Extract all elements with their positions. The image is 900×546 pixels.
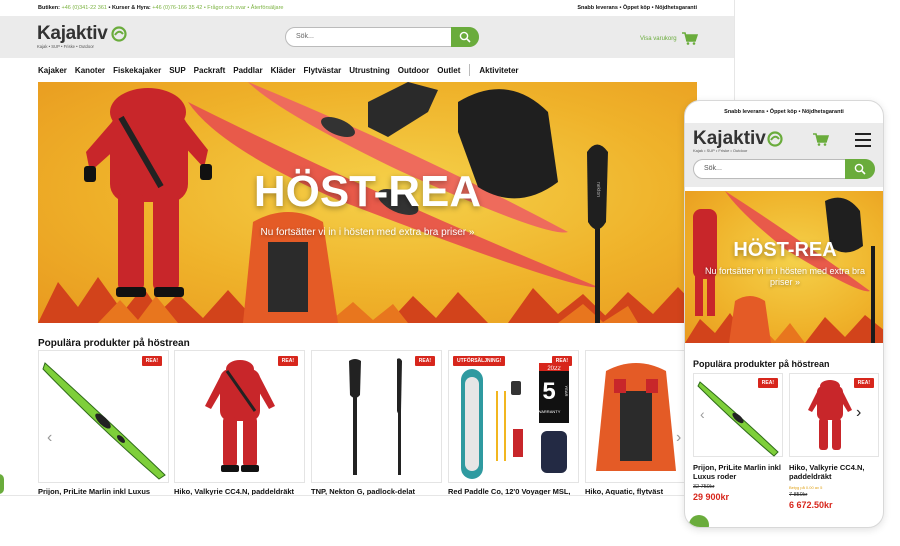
mobile-hero-title: HÖST-REA: [733, 239, 837, 261]
store-label: Butiken:: [38, 5, 60, 11]
chat-button-edge[interactable]: [0, 474, 4, 494]
product-name[interactable]: Prijon, PriLite Marlin inkl Luxus: [38, 487, 169, 495]
logo-tagline: Kajak • SUP • Friske • Outdoor: [37, 44, 94, 49]
nav-item-packraft[interactable]: Packraft: [194, 66, 226, 75]
mobile-price: 29 900kr: [693, 492, 730, 502]
product-image-paddle: [349, 358, 402, 475]
nav-divider: [469, 64, 471, 76]
mobile-sale-badge: REA!: [853, 378, 874, 388]
search-button[interactable]: [451, 27, 479, 47]
carousel-next-arrow[interactable]: ›: [676, 429, 681, 447]
mobile-product-card[interactable]: REA! ›: [789, 373, 879, 457]
search-input[interactable]: Sök...: [296, 33, 314, 40]
year-label: 2022: [547, 366, 561, 372]
nav-item-sup[interactable]: SUP: [169, 66, 185, 75]
mobile-logo[interactable]: Kajaktiv Kajak • SUP • Friske • Outdoor: [693, 128, 783, 153]
mobile-carousel-next-arrow[interactable]: ›: [856, 404, 861, 422]
cart-link[interactable]: Visa varukorg: [640, 32, 698, 45]
nav-item-outdoor[interactable]: Outdoor: [398, 66, 430, 75]
nav-item-paddlar[interactable]: Paddlar: [233, 66, 262, 75]
hero-title: HÖST-REA: [253, 167, 482, 216]
contact-info: Butiken: +46 (0)341-22 361 • Kurser & Hy…: [38, 5, 283, 11]
product-image-sup-package: 2022 5 WARRANTY YEAR: [461, 363, 569, 479]
year-word: YEAR: [564, 386, 569, 397]
cart-icon: [681, 32, 698, 45]
top-info-bar: Butiken: +46 (0)341-22 361 • Kurser & Hy…: [0, 0, 734, 16]
mobile-search-input[interactable]: Sök...: [704, 165, 722, 172]
hero-subtitle-link[interactable]: Nu fortsätter vi in i hösten med extra b…: [38, 227, 697, 238]
sale-badge: REA!: [414, 356, 435, 366]
logo-swirl-icon: [111, 26, 127, 42]
mobile-hero-subtitle-link[interactable]: Nu fortsätter vi in i hösten med extra b…: [699, 266, 871, 288]
mobile-old-price: 32 750kr: [693, 484, 715, 490]
product-card[interactable]: REA!: [311, 350, 442, 483]
mobile-cart-icon[interactable]: [813, 133, 829, 147]
clearance-badge: UTFÖRSÄLJNING!: [453, 356, 506, 366]
mobile-search-button[interactable]: [845, 159, 875, 179]
search-bar[interactable]: Sök...: [285, 27, 479, 47]
popular-products-title: Populära produkter på höstrean: [38, 338, 190, 349]
site-header: Kajaktiv Kajak • SUP • Friske • Outdoor …: [0, 16, 734, 58]
mobile-product-name[interactable]: Prijon, PriLite Marlin inkl Luxus roder: [693, 463, 785, 481]
mobile-old-price: 7 850kr: [789, 492, 808, 498]
mobile-chat-button[interactable]: [689, 515, 709, 527]
desktop-screenshot: Butiken: +46 (0)341-22 361 • Kurser & Hy…: [0, 0, 735, 496]
mobile-product-card[interactable]: REA! ‹: [693, 373, 783, 457]
mobile-popular-title: Populära produkter på höstrean: [693, 359, 830, 369]
product-image-kayak: [42, 362, 166, 480]
info-links[interactable]: • Frågor och svar • Återförsäljare: [204, 5, 284, 11]
nav-item-flytvastar[interactable]: Flytvästar: [303, 66, 341, 75]
nav-item-utrustning[interactable]: Utrustning: [349, 66, 389, 75]
mobile-logo-swirl-icon: [767, 131, 783, 147]
courses-phone-link[interactable]: +46 (0)76-166 35 42: [152, 5, 202, 11]
cart-label: Visa varukorg: [640, 35, 677, 42]
main-nav: Kajaker Kanoter Fiskekajaker SUP Packraf…: [38, 62, 519, 78]
sale-badge: REA!: [277, 356, 298, 366]
product-name[interactable]: Red Paddle Co, 12'0 Voyager MSL,: [448, 487, 579, 495]
hero-banner[interactable]: nekton HÖST-REA Nu fortsätter vi in i hö…: [38, 82, 697, 323]
nav-item-outlet[interactable]: Outlet: [437, 66, 460, 75]
warranty-text: WARRANTY: [538, 409, 561, 414]
product-card[interactable]: REA!: [174, 350, 305, 483]
product-card[interactable]: REA! ‹: [38, 350, 169, 483]
nav-item-aktiviteter[interactable]: Aktiviteter: [479, 66, 518, 75]
nav-item-klader[interactable]: Kläder: [271, 66, 296, 75]
mobile-price: 6 672.50kr: [789, 500, 833, 510]
product-name[interactable]: TNP, Nekton G, padlock-delat: [311, 487, 442, 495]
mobile-screenshot: Snabb leverans • Öppet köp • Nöjdhetsgar…: [684, 100, 884, 528]
mobile-product-name[interactable]: Hiko, Valkyrie CC4.N, paddeldräkt: [789, 463, 881, 481]
mobile-search-icon: [854, 163, 866, 175]
courses-label: • Kurser & Hyra:: [108, 5, 151, 11]
product-image-drysuit: [205, 360, 275, 472]
nav-item-kajaker[interactable]: Kajaker: [38, 66, 67, 75]
nav-item-fiskekajaker[interactable]: Fiskekajaker: [113, 66, 161, 75]
usp-text: Snabb leverans • Öppet köp • Nöjdhetsgar…: [577, 5, 697, 11]
site-logo[interactable]: Kajaktiv Kajak • SUP • Friske • Outdoor: [37, 24, 132, 50]
search-icon: [459, 31, 471, 43]
store-phone-link[interactable]: +46 (0)341-22 361: [62, 5, 107, 11]
mobile-search-bar[interactable]: Sök...: [693, 159, 875, 179]
warranty-number: 5: [542, 378, 555, 405]
mobile-usp-text: Snabb leverans • Öppet köp • Nöjdhetsgar…: [724, 109, 844, 115]
mobile-carousel-prev-arrow[interactable]: ‹: [700, 406, 705, 422]
product-card[interactable]: UTFÖRSÄLJNING! REA! 2022 5 WARRANTY YEAR: [448, 350, 579, 483]
sale-badge: REA!: [141, 356, 162, 366]
mobile-hero-banner[interactable]: HÖST-REA Nu fortsätter vi in i hösten me…: [685, 191, 883, 343]
mobile-logo-wordmark: Kajaktiv: [693, 128, 766, 149]
mobile-rating-text: Betyg på 0.00 av 5: [789, 485, 823, 490]
mobile-header: Kajaktiv Kajak • SUP • Friske • Outdoor …: [685, 123, 883, 187]
nav-item-kanoter[interactable]: Kanoter: [75, 66, 105, 75]
mobile-sale-badge: REA!: [757, 378, 778, 388]
carousel-prev-arrow[interactable]: ‹: [47, 429, 52, 447]
product-name[interactable]: Hiko, Valkyrie CC4.N, paddeldräkt: [174, 487, 305, 495]
sale-badge: REA!: [551, 356, 572, 366]
hamburger-menu-icon[interactable]: [855, 133, 871, 147]
